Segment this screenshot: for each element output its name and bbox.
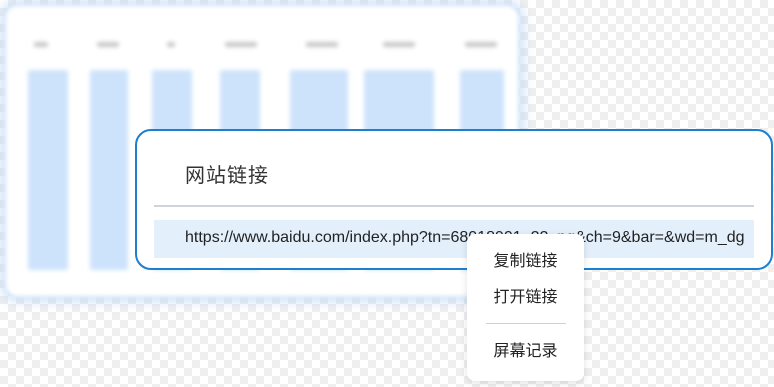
url-row[interactable]: https://www.baidu.com/index.php?tn=68018…	[154, 220, 754, 258]
menu-item-open-link[interactable]: 打开链接	[467, 281, 584, 313]
background-column-header	[167, 42, 175, 47]
background-column-header	[383, 42, 415, 47]
menu-item-screen-record[interactable]: 屏幕记录	[467, 335, 584, 367]
background-column-header	[34, 42, 48, 47]
background-column-header	[306, 42, 338, 47]
context-menu: 复制链接 打开链接 屏幕记录	[467, 234, 584, 381]
background-column-header	[97, 42, 119, 47]
menu-item-copy-link[interactable]: 复制链接	[467, 245, 584, 277]
website-link-panel: 网站链接 https://www.baidu.com/index.php?tn=…	[135, 129, 773, 270]
menu-separator	[486, 323, 566, 324]
panel-title: 网站链接	[185, 163, 269, 187]
background-column-header	[465, 42, 497, 47]
url-text[interactable]: https://www.baidu.com/index.php?tn=68018…	[185, 229, 745, 247]
background-column-bar	[28, 70, 68, 270]
background-column-header	[225, 42, 257, 47]
panel-divider	[154, 205, 754, 207]
background-column-bar	[90, 70, 128, 270]
